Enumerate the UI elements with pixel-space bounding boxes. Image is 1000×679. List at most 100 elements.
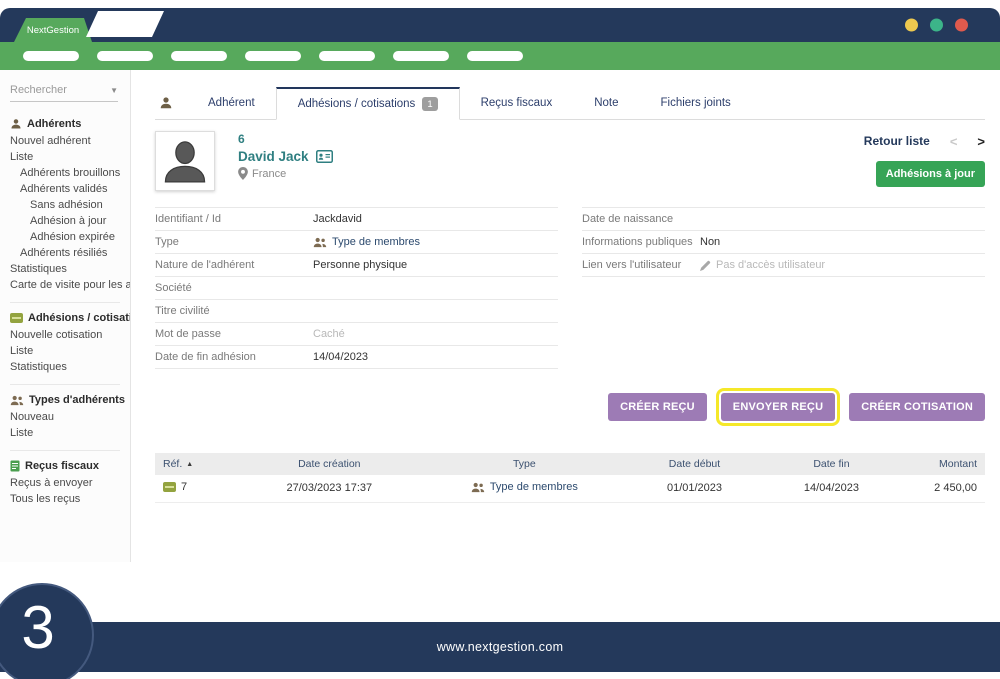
sidebar-item-liste-types[interactable]: Liste bbox=[10, 425, 122, 441]
sidebar-section-title: Reçus fiscaux bbox=[25, 460, 99, 472]
detail-value: 14/04/2023 bbox=[313, 351, 368, 363]
detail-row: Mot de passe Caché bbox=[155, 323, 558, 346]
tab-note[interactable]: Note bbox=[573, 87, 639, 119]
search-dropdown[interactable]: Rechercher ▼ bbox=[10, 84, 118, 102]
member-icon-tab[interactable] bbox=[155, 87, 187, 119]
row-type-link[interactable]: Type de membres bbox=[490, 481, 578, 493]
sidebar-item-statistiques-adherents[interactable]: Statistiques bbox=[10, 261, 122, 277]
blank-tab[interactable] bbox=[86, 11, 164, 37]
column-header-date-creation[interactable]: Date création bbox=[238, 453, 421, 475]
sidebar-item-tous-les-recus[interactable]: Tous les reçus bbox=[10, 491, 122, 507]
record-tabs: Adhérent Adhésions / cotisations 1 Reçus… bbox=[155, 87, 985, 120]
tab-label: Adhésions / cotisations bbox=[298, 98, 416, 110]
sidebar-item-carte-de-visite[interactable]: Carte de visite pour les a... bbox=[10, 277, 122, 293]
user-access-link[interactable]: Pas d'accès utilisateur bbox=[716, 259, 825, 271]
detail-label: Informations publiques bbox=[582, 236, 700, 248]
menu-item-placeholder[interactable] bbox=[467, 51, 523, 61]
sidebar-section-adhesions: Adhésions / cotisati... bbox=[10, 312, 122, 324]
detail-row: Type Type de membres bbox=[155, 231, 558, 254]
pencil-icon[interactable] bbox=[700, 260, 711, 271]
detail-label: Mot de passe bbox=[155, 328, 313, 340]
member-details: Identifiant / Id Jackdavid Type Type de … bbox=[155, 207, 985, 369]
search-placeholder: Rechercher bbox=[10, 84, 67, 96]
menu-item-placeholder[interactable] bbox=[319, 51, 375, 61]
creer-cotisation-button[interactable]: CRÉER COTISATION bbox=[849, 393, 985, 421]
detail-row: Identifiant / Id Jackdavid bbox=[155, 208, 558, 231]
column-header-type[interactable]: Type bbox=[421, 453, 629, 475]
minimize-button[interactable] bbox=[905, 19, 918, 32]
sidebar-section-title: Types d'adhérents bbox=[29, 394, 125, 406]
header-label: Réf. bbox=[163, 458, 182, 470]
people-icon bbox=[471, 482, 485, 493]
footer-bar: www.nextgestion.com bbox=[0, 622, 1000, 672]
tab-label: Adhérent bbox=[208, 97, 255, 109]
sidebar-item-nouvelle-cotisation[interactable]: Nouvelle cotisation bbox=[10, 327, 122, 343]
sidebar-item-nouveau-type[interactable]: Nouveau bbox=[10, 409, 122, 425]
detail-label: Date de fin adhésion bbox=[155, 351, 313, 363]
menu-item-placeholder[interactable] bbox=[245, 51, 301, 61]
close-button[interactable] bbox=[955, 19, 968, 32]
main-menu-bar bbox=[0, 42, 1000, 70]
action-buttons: CRÉER REÇU ENVOYER REÇU CRÉER COTISATION bbox=[155, 393, 985, 421]
location-pin-icon bbox=[238, 167, 248, 180]
column-header-ref[interactable]: Réf. ▲ bbox=[155, 453, 238, 475]
brand-tab[interactable]: NextGestion bbox=[14, 18, 92, 42]
member-type-link[interactable]: Type de membres bbox=[332, 236, 420, 248]
detail-value: Caché bbox=[313, 328, 345, 340]
column-header-date-debut[interactable]: Date début bbox=[628, 453, 761, 475]
column-header-date-fin[interactable]: Date fin bbox=[761, 453, 902, 475]
step-number: 3 bbox=[21, 593, 54, 662]
envoyer-recu-button[interactable]: ENVOYER REÇU bbox=[721, 393, 835, 421]
details-left-column: Identifiant / Id Jackdavid Type Type de … bbox=[155, 207, 558, 369]
column-header-montant[interactable]: Montant bbox=[902, 453, 985, 475]
tab-adherent[interactable]: Adhérent bbox=[187, 87, 276, 119]
tab-adhesions-cotisations[interactable]: Adhésions / cotisations 1 bbox=[276, 87, 460, 120]
menu-item-placeholder[interactable] bbox=[97, 51, 153, 61]
tab-label: Reçus fiscaux bbox=[481, 97, 553, 109]
member-name: David Jack bbox=[238, 149, 309, 164]
sidebar-item-adhesion-expiree[interactable]: Adhésion expirée bbox=[10, 229, 122, 245]
sidebar-item-adherents-brouillons[interactable]: Adhérents brouillons bbox=[10, 165, 122, 181]
status-badge-adhesions-a-jour[interactable]: Adhésions à jour bbox=[876, 161, 985, 187]
detail-row: Date de naissance bbox=[582, 208, 985, 231]
tab-fichiers-joints[interactable]: Fichiers joints bbox=[640, 87, 752, 119]
sort-asc-icon: ▲ bbox=[186, 461, 193, 468]
menu-item-placeholder[interactable] bbox=[393, 51, 449, 61]
tab-label: Note bbox=[594, 97, 618, 109]
sidebar-item-adhesion-a-jour[interactable]: Adhésion à jour bbox=[10, 213, 122, 229]
detail-label: Type bbox=[155, 236, 313, 248]
app-window: NextGestion Rechercher ▼ Adhérents bbox=[0, 0, 1000, 679]
sidebar-divider bbox=[10, 302, 120, 303]
detail-label: Nature de l'adhérent bbox=[155, 259, 313, 271]
detail-value: Personne physique bbox=[313, 259, 407, 271]
receipt-icon bbox=[10, 460, 20, 472]
tab-recus-fiscaux[interactable]: Reçus fiscaux bbox=[460, 87, 574, 119]
details-right-column: Date de naissance Informations publiques… bbox=[582, 207, 985, 277]
sidebar-item-recus-a-envoyer[interactable]: Reçus à envoyer bbox=[10, 475, 122, 491]
chevron-left-icon[interactable]: < bbox=[950, 135, 958, 148]
detail-value: Non bbox=[700, 236, 720, 248]
maximize-button[interactable] bbox=[930, 19, 943, 32]
sidebar-section-adherents: Adhérents bbox=[10, 118, 122, 130]
sidebar-item-adherents-valides[interactable]: Adhérents validés bbox=[10, 181, 122, 197]
chevron-right-icon[interactable]: > bbox=[977, 135, 985, 148]
cotisations-table: Réf. ▲ Date création Type Date début Date… bbox=[155, 453, 985, 503]
id-card-icon[interactable] bbox=[316, 150, 333, 163]
creer-recu-button[interactable]: CRÉER REÇU bbox=[608, 393, 707, 421]
membership-card-icon bbox=[10, 313, 23, 323]
row-ref: 7 bbox=[181, 481, 187, 493]
sidebar-item-adherents-resilies[interactable]: Adhérents résiliés bbox=[10, 245, 122, 261]
sidebar-item-liste-adherents[interactable]: Liste bbox=[10, 149, 122, 165]
sidebar-item-liste-cotisations[interactable]: Liste bbox=[10, 343, 122, 359]
row-date-creation: 27/03/2023 17:37 bbox=[238, 475, 421, 502]
sidebar-item-nouvel-adherent[interactable]: Nouvel adhérent bbox=[10, 133, 122, 149]
menu-item-placeholder[interactable] bbox=[23, 51, 79, 61]
detail-label: Date de naissance bbox=[582, 213, 700, 225]
sidebar-item-statistiques-cotisations[interactable]: Statistiques bbox=[10, 359, 122, 375]
sidebar-item-sans-adhesion[interactable]: Sans adhésion bbox=[10, 197, 122, 213]
table-row[interactable]: 7 27/03/2023 17:37 Type de membres 01/01… bbox=[155, 475, 985, 502]
detail-row: Lien vers l'utilisateur Pas d'accès util… bbox=[582, 254, 985, 277]
retour-liste-link[interactable]: Retour liste bbox=[864, 134, 930, 148]
tab-label: Fichiers joints bbox=[661, 97, 731, 109]
menu-item-placeholder[interactable] bbox=[171, 51, 227, 61]
